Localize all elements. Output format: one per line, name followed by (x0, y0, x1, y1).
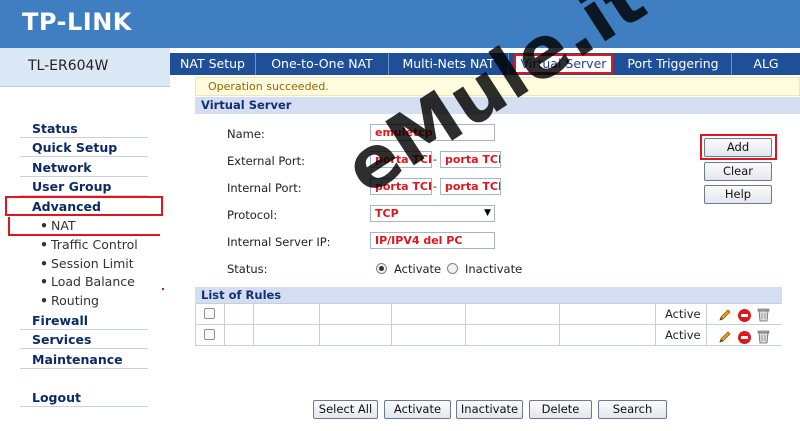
name-label: Name: (227, 127, 265, 141)
sidebar-item-services[interactable]: Services (20, 331, 148, 349)
external-port-label: External Port: (227, 154, 306, 168)
tplink-logo: TP-LINK (22, 8, 132, 36)
rules-table: Active Active (195, 303, 782, 346)
table-row: Active (196, 303, 782, 325)
delete-icon[interactable] (738, 331, 751, 344)
sidebar-subitem-routing[interactable]: • Routing (40, 292, 160, 310)
sidebar-subitem-traffic-control[interactable]: • Traffic Control (40, 236, 160, 254)
internal-port-label: Internal Port: (227, 181, 302, 195)
help-button[interactable]: Help (704, 185, 772, 204)
sidebar-item-user-group[interactable]: User Group (20, 178, 148, 196)
red-mark (162, 288, 164, 290)
clear-button[interactable]: Clear (704, 162, 772, 181)
internal-port-end-input[interactable]: porta TCP (440, 178, 501, 195)
tab-nat-setup[interactable]: NAT Setup (170, 53, 256, 75)
protocol-label: Protocol: (227, 208, 278, 222)
internal-server-ip-label: Internal Server IP: (227, 235, 331, 249)
trash-icon[interactable] (757, 330, 770, 344)
header-bar: TP-LINK (0, 0, 800, 48)
model-panel: TL-ER604W (0, 48, 170, 87)
status-label: Status: (227, 262, 268, 276)
tab-port-triggering[interactable]: Port Triggering (615, 53, 732, 75)
sidebar-subitem-session-limit[interactable]: • Session Limit (40, 255, 160, 273)
row-checkbox[interactable] (204, 329, 215, 340)
search-button[interactable]: Search (598, 400, 667, 419)
model-name: TL-ER604W (28, 58, 109, 74)
trash-icon[interactable] (757, 308, 770, 322)
status-activate-radio[interactable] (376, 263, 387, 274)
list-of-rules-title: List of Rules (195, 287, 782, 304)
add-button[interactable]: Add (704, 138, 772, 157)
activate-button[interactable]: Activate (384, 400, 451, 419)
sidebar-item-logout[interactable]: Logout (20, 389, 148, 407)
row-status: Active (656, 325, 707, 346)
delete-button[interactable]: Delete (529, 400, 592, 419)
sidebar-item-network[interactable]: Network (20, 159, 148, 177)
internal-port-separator: - (433, 180, 437, 193)
sidebar-item-quick-setup[interactable]: Quick Setup (20, 139, 148, 157)
internal-server-ip-input[interactable]: IP/IPV4 del PC (370, 232, 495, 249)
protocol-value: TCP (375, 207, 399, 220)
row-status: Active (656, 304, 707, 325)
sidebar-item-maintenance[interactable]: Maintenance (20, 351, 148, 369)
tab-alg[interactable]: ALG (732, 53, 800, 75)
table-row: Active (196, 324, 782, 346)
inactivate-button[interactable]: Inactivate (456, 400, 523, 419)
tab-one-to-one-nat[interactable]: One-to-One NAT (256, 53, 389, 75)
edit-pencil-icon[interactable] (718, 308, 732, 322)
delete-icon[interactable] (738, 309, 751, 322)
protocol-select[interactable]: TCP ▼ (370, 205, 495, 222)
sidebar-subitem-load-balance[interactable]: • Load Balance (40, 273, 160, 291)
sidebar-item-firewall[interactable]: Firewall (20, 312, 148, 330)
row-checkbox[interactable] (204, 308, 215, 319)
status-inactivate-radio[interactable] (447, 263, 458, 274)
sidebar-item-status[interactable]: Status (20, 120, 148, 138)
select-all-button[interactable]: Select All (313, 400, 378, 419)
status-activate-label: Activate (394, 262, 442, 276)
dropdown-arrow-icon: ▼ (484, 208, 491, 218)
edit-pencil-icon[interactable] (718, 330, 732, 344)
advanced-highlight (5, 196, 163, 216)
status-inactivate-label: Inactivate (465, 262, 523, 276)
nat-highlight (8, 217, 160, 236)
